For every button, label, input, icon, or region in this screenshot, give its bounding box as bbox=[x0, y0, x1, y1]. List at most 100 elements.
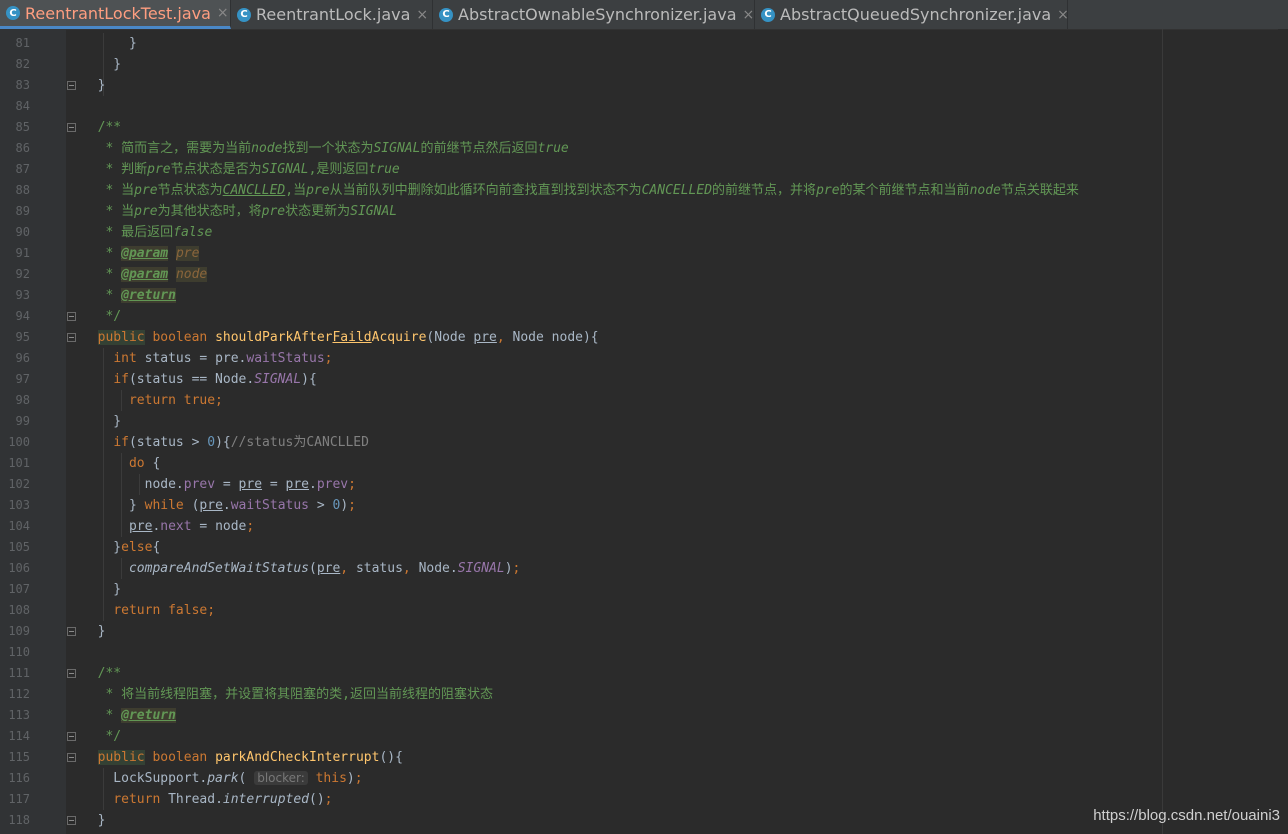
line-number: 96 bbox=[15, 351, 30, 365]
line-number: 111 bbox=[8, 666, 30, 680]
fold-marker-icon[interactable] bbox=[67, 669, 76, 678]
code-line: /** bbox=[97, 120, 122, 135]
line-number: 108 bbox=[8, 603, 30, 617]
code-line: } while (pre.waitStatus > 0); bbox=[82, 498, 356, 513]
tab-reentrantlock[interactable]: C ReentrantLock.java × bbox=[231, 0, 433, 29]
line-number: 114 bbox=[8, 729, 30, 743]
code-line: * 最后返回false bbox=[105, 225, 213, 240]
code-line: */ bbox=[105, 729, 122, 744]
line-number: 115 bbox=[8, 750, 30, 764]
vertical-scrollbar[interactable] bbox=[1278, 29, 1288, 834]
tab-label: AbstractOwnableSynchronizer.java bbox=[458, 5, 737, 24]
line-number: 90 bbox=[15, 225, 30, 239]
fold-marker-icon[interactable] bbox=[67, 627, 76, 636]
line-number: 103 bbox=[8, 498, 30, 512]
line-number: 102 bbox=[8, 477, 30, 491]
tab-abstractqueuedsynchronizer[interactable]: C AbstractQueuedSynchronizer.java × bbox=[755, 0, 1069, 29]
line-number: 87 bbox=[15, 162, 30, 176]
code-line: }else{ bbox=[82, 540, 161, 555]
line-number: 92 bbox=[15, 267, 30, 281]
code-line: * 简而言之，需要为当前node找到一个状态为SIGNAL的前继节点然后返回tr… bbox=[105, 141, 569, 156]
code-line: } bbox=[82, 414, 122, 429]
line-number: 93 bbox=[15, 288, 30, 302]
line-number: 110 bbox=[8, 645, 30, 659]
class-icon: C bbox=[237, 7, 251, 22]
fold-marker-icon[interactable] bbox=[67, 732, 76, 741]
fold-marker-icon[interactable] bbox=[67, 81, 76, 90]
tab-label: ReentrantLockTest.java bbox=[25, 3, 211, 23]
fold-marker-icon[interactable] bbox=[67, 312, 76, 321]
code-line: } bbox=[82, 78, 106, 93]
line-number: 100 bbox=[8, 435, 30, 449]
code-line: } bbox=[82, 813, 106, 828]
code-line: pre.next = node; bbox=[128, 519, 255, 534]
line-number: 95 bbox=[15, 330, 30, 344]
code-line: * 判断pre节点状态是否为SIGNAL,是则返回true bbox=[105, 162, 400, 177]
code-line: return true; bbox=[128, 393, 223, 408]
right-margin-guide bbox=[1162, 29, 1163, 834]
code-line: * @return bbox=[105, 708, 176, 723]
tab-label: AbstractQueuedSynchronizer.java bbox=[780, 5, 1052, 24]
parameter-hint: blocker: bbox=[254, 771, 308, 785]
close-icon[interactable]: × bbox=[416, 7, 428, 23]
code-line: * @param node bbox=[105, 267, 208, 282]
line-number: 85 bbox=[15, 120, 30, 134]
code-line: compareAndSetWaitStatus(pre, status, Nod… bbox=[128, 561, 521, 576]
code-line: * 当pre节点状态为CANCLLED,当pre从当前队列中删除如此循环向前查找… bbox=[105, 183, 1079, 198]
close-icon[interactable]: × bbox=[1057, 7, 1069, 23]
code-line: /** bbox=[97, 666, 122, 681]
tab-label: ReentrantLock.java bbox=[256, 5, 411, 24]
line-numbers: 81 82 83 84 85 86 87 88 89 90 91 92 93 9… bbox=[0, 33, 30, 831]
code-line: } bbox=[82, 582, 122, 597]
close-icon[interactable]: × bbox=[743, 7, 755, 23]
code-line: * 将当前线程阻塞，并设置将其阻塞的类,返回当前线程的阻塞状态 bbox=[105, 687, 493, 702]
line-number: 116 bbox=[8, 771, 30, 785]
line-number: 101 bbox=[8, 456, 30, 470]
line-number: 88 bbox=[15, 183, 30, 197]
class-icon: C bbox=[6, 6, 20, 20]
line-number: 99 bbox=[15, 414, 30, 428]
code-line: if(status > 0){//status为CANCLLED bbox=[113, 435, 369, 450]
line-number: 83 bbox=[15, 78, 30, 92]
line-number: 113 bbox=[8, 708, 30, 722]
line-number: 89 bbox=[15, 204, 30, 218]
code-line: * @param pre bbox=[105, 246, 200, 261]
fold-marker-icon[interactable] bbox=[67, 753, 76, 762]
fold-marker-icon[interactable] bbox=[67, 816, 76, 825]
line-number: 118 bbox=[8, 813, 30, 827]
editor-tab-bar: C ReentrantLockTest.java × C ReentrantLo… bbox=[0, 0, 1288, 30]
line-number: 105 bbox=[8, 540, 30, 554]
fold-marker-icon[interactable] bbox=[67, 333, 76, 342]
tab-abstractownablesynchronizer[interactable]: C AbstractOwnableSynchronizer.java × bbox=[433, 0, 755, 29]
watermark: https://blog.csdn.net/ouaini3 bbox=[1093, 807, 1280, 824]
code-line: LockSupport.park( blocker: this); bbox=[82, 771, 363, 786]
code-line: return false; bbox=[113, 603, 216, 618]
line-number: 86 bbox=[15, 141, 30, 155]
line-number: 81 bbox=[15, 36, 30, 50]
code-line: node.prev = pre = pre.prev; bbox=[82, 477, 356, 492]
fold-marker-icon[interactable] bbox=[67, 123, 76, 132]
line-number: 82 bbox=[15, 57, 30, 71]
line-number: 94 bbox=[15, 309, 30, 323]
code-line: } bbox=[82, 624, 106, 639]
line-number: 112 bbox=[8, 687, 30, 701]
code-line: do { bbox=[128, 456, 161, 471]
line-number: 106 bbox=[8, 561, 30, 575]
line-number: 107 bbox=[8, 582, 30, 596]
code-line: * @return bbox=[105, 288, 176, 303]
line-number: 109 bbox=[8, 624, 30, 638]
code-line: } bbox=[82, 57, 122, 72]
code-line: if(status == Node.SIGNAL){ bbox=[113, 372, 317, 387]
close-icon[interactable]: × bbox=[217, 5, 229, 21]
line-number: 104 bbox=[8, 519, 30, 533]
tab-reentrantlocktest[interactable]: C ReentrantLockTest.java × bbox=[0, 0, 231, 29]
code-line: */ bbox=[105, 309, 122, 324]
code-line: return Thread.interrupted(); bbox=[113, 792, 333, 807]
line-number: 91 bbox=[15, 246, 30, 260]
code-line: int status = pre.waitStatus; bbox=[113, 351, 333, 366]
code-line: } bbox=[82, 36, 137, 51]
line-number: 84 bbox=[15, 99, 30, 113]
code-editor[interactable]: } } } /** * 简而言之，需要为当前node找到一个状态为SIGNAL的… bbox=[82, 33, 1162, 831]
